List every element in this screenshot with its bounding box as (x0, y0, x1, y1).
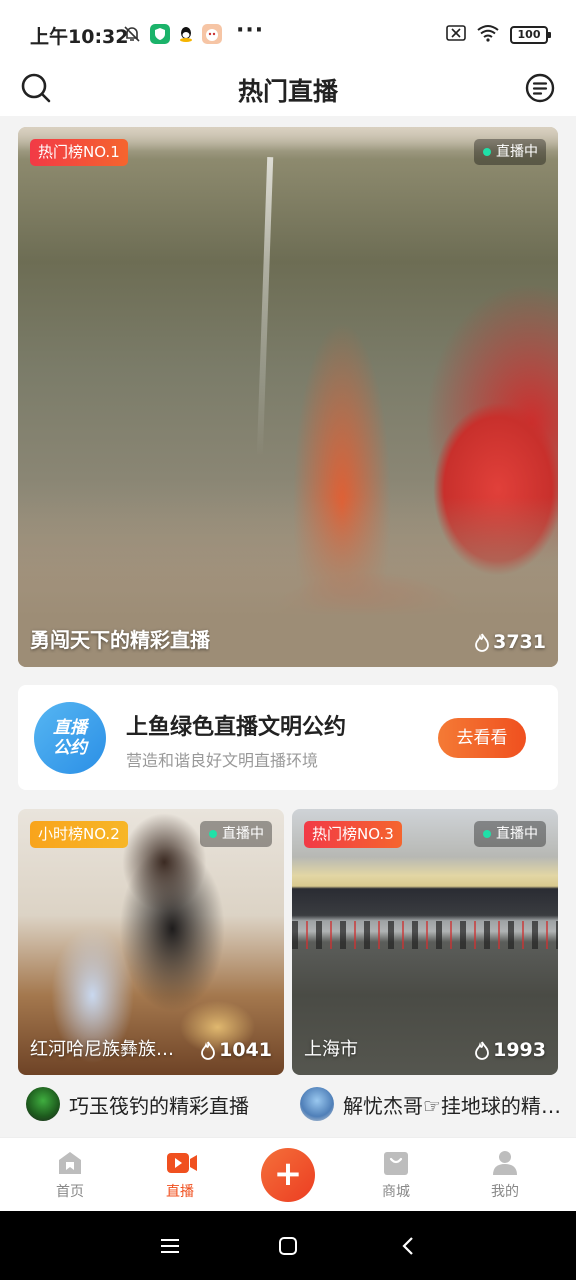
shield-app-icon (150, 24, 170, 44)
nav-label: 我的 (491, 1184, 519, 1200)
streamer-row[interactable]: 巧玉筏钓的精彩直播 (26, 1085, 292, 1123)
live-dot-icon (209, 830, 217, 838)
avatar[interactable] (26, 1087, 60, 1121)
view-pact-button[interactable]: 去看看 (438, 718, 526, 758)
nav-label: 首页 (56, 1184, 84, 1200)
more-notifications: ··· (236, 18, 265, 43)
heat-count: 1041 (200, 1039, 272, 1061)
live-status-label: 直播中 (222, 826, 264, 842)
live-thumbnail (18, 127, 558, 667)
rank-badge: 小时榜NO.2 (30, 821, 128, 848)
live-location: 红河哈尼族彝族自治州 (30, 1039, 180, 1060)
streamer-name: 巧玉筏钓的精彩直播 (69, 1093, 249, 1118)
bell-off-icon (122, 24, 142, 44)
pact-logo: 直播 公约 (34, 702, 106, 774)
live-card[interactable]: 小时榜NO.2 直播中 红河哈尼族彝族自治州 1041 (18, 809, 284, 1075)
live-dot-icon (483, 830, 491, 838)
system-nav-bar (0, 1211, 576, 1280)
live-title: 勇闯天下的精彩直播 (30, 628, 210, 652)
streamer-row[interactable]: 解忧杰哥☞挂地球的精彩直播 (300, 1085, 566, 1123)
heat-value: 3731 (493, 631, 546, 653)
live-status-label: 直播中 (496, 826, 538, 842)
live-status-tag: 直播中 (474, 821, 546, 847)
wifi-icon (476, 24, 500, 46)
shop-bag-icon (381, 1148, 411, 1178)
video-camera-icon (165, 1148, 197, 1178)
nav-label: 直播 (166, 1184, 194, 1200)
nav-shop[interactable]: 商城 (356, 1148, 436, 1201)
pact-logo-line1: 直播 (53, 718, 87, 738)
nav-label: 商城 (382, 1184, 410, 1200)
pact-logo-line2: 公约 (53, 738, 87, 758)
person-icon (490, 1148, 520, 1178)
app-icon (202, 24, 222, 44)
bottom-nav: 首页 直播 + 商城 我的 (0, 1137, 576, 1211)
battery-indicator: 100 (510, 26, 551, 44)
pact-title: 上鱼绿色直播文明公约 (126, 715, 347, 740)
live-dot-icon (483, 148, 491, 156)
app-header: 热门直播 (0, 64, 576, 116)
live-status-tag: 直播中 (474, 139, 546, 165)
flame-icon (475, 633, 490, 652)
qq-icon (176, 24, 196, 44)
add-live-button[interactable]: + (261, 1148, 315, 1202)
live-pact-banner[interactable]: 直播 公约 上鱼绿色直播文明公约 营造和谐良好文明直播环境 去看看 (18, 685, 558, 790)
featured-live-card[interactable]: 热门榜NO.1 直播中 勇闯天下的精彩直播 3731 (18, 127, 558, 667)
live-status-tag: 直播中 (200, 821, 272, 847)
menu-list-icon[interactable] (522, 70, 558, 106)
nav-live[interactable]: 直播 (140, 1148, 220, 1201)
live-card[interactable]: 热门榜NO.3 直播中 上海市 1993 (292, 809, 558, 1075)
status-time: 上午10:32 (30, 26, 129, 48)
heat-count: 3731 (474, 631, 546, 653)
status-bar: 上午10:32 ··· 100 (0, 0, 576, 64)
heat-count: 1993 (474, 1039, 546, 1061)
heat-value: 1041 (219, 1039, 272, 1061)
flame-icon (475, 1041, 490, 1060)
pact-subtitle: 营造和谐良好文明直播环境 (126, 751, 319, 770)
nav-home[interactable]: 首页 (30, 1148, 110, 1201)
nav-profile[interactable]: 我的 (465, 1148, 545, 1201)
live-status-label: 直播中 (496, 144, 538, 160)
menu-icon[interactable] (157, 1233, 183, 1259)
live-location: 上海市 (304, 1039, 358, 1060)
rank-badge: 热门榜NO.3 (304, 821, 402, 848)
plus-icon: + (273, 1154, 303, 1194)
sim-off-icon (446, 25, 466, 45)
avatar[interactable] (300, 1087, 334, 1121)
rank-badge: 热门榜NO.1 (30, 139, 128, 166)
home-icon (55, 1148, 85, 1178)
page-title: 热门直播 (237, 77, 338, 106)
heat-value: 1993 (493, 1039, 546, 1061)
back-icon[interactable] (396, 1233, 422, 1259)
flame-icon (201, 1041, 216, 1060)
home-square-icon[interactable] (275, 1233, 301, 1259)
streamer-name: 解忧杰哥☞挂地球的精彩直播 (343, 1093, 565, 1118)
